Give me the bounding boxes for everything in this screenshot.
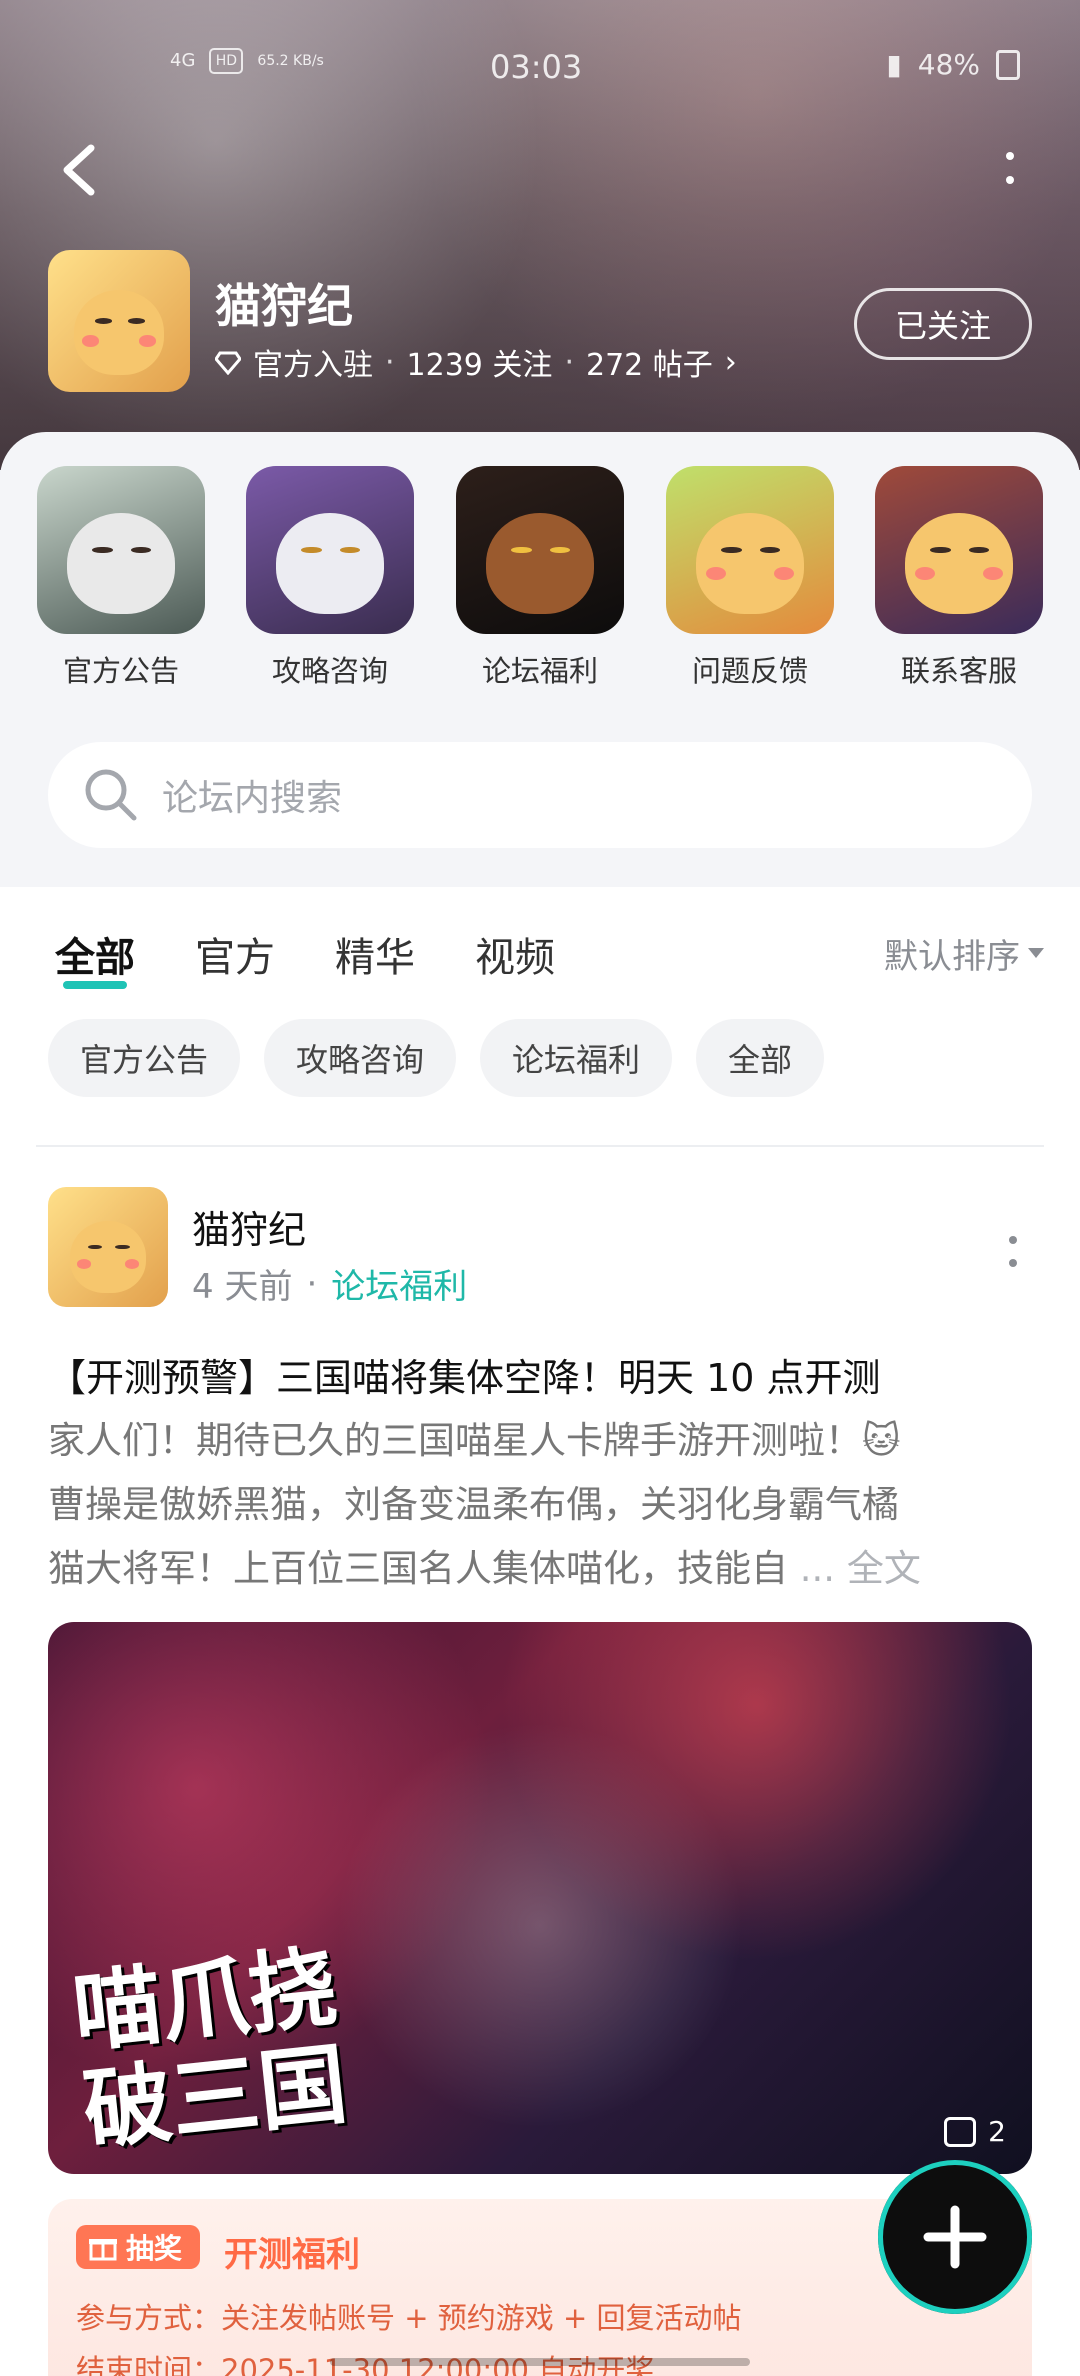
quick-link-feedback[interactable]: 问题反馈: [665, 466, 835, 690]
post-time: 4 天前: [192, 1267, 293, 1307]
battery-icon: [996, 49, 1020, 80]
image-count: 2: [944, 2115, 1006, 2148]
chip-all[interactable]: 全部: [696, 1019, 825, 1097]
chip-announcement[interactable]: 官方公告: [48, 1019, 241, 1097]
avatar[interactable]: [48, 1187, 168, 1307]
quick-link-support[interactable]: 联系客服: [874, 466, 1044, 690]
post-category-tag[interactable]: 论坛福利: [331, 1259, 467, 1308]
post-title[interactable]: 【开测预警】三国喵将集体空降！明天 10 点开测: [48, 1347, 881, 1402]
divider: [36, 1145, 1044, 1147]
home-indicator[interactable]: [330, 2358, 750, 2366]
network-speed: 65.2 KB/s: [257, 52, 324, 69]
more-options-button[interactable]: [1000, 150, 1020, 190]
forum-meta: 官方入驻 · 1239 关注 · 272 帖子 ›: [215, 340, 737, 384]
search-icon: [85, 769, 137, 821]
forum-quick-panel: 官方公告 攻略咨询 论坛福利 问题反馈 联系客服 论坛内搜索: [0, 432, 1080, 887]
forum-avatar[interactable]: [48, 250, 190, 392]
forum-search-bar[interactable]: 论坛内搜索: [48, 742, 1032, 848]
posts-count[interactable]: 272 帖子: [586, 340, 713, 384]
back-button[interactable]: [55, 140, 105, 200]
post-meta: 4 天前 · 论坛福利: [192, 1259, 467, 1308]
feed-tabs: 全部 官方 精华 视频: [55, 925, 555, 989]
sort-dropdown[interactable]: 默认排序: [884, 929, 1044, 978]
quick-link-welfare[interactable]: 论坛福利: [455, 466, 625, 690]
post-author[interactable]: 猫狩纪: [192, 1199, 306, 1254]
post-more-button[interactable]: [1006, 1235, 1020, 1269]
chip-guide[interactable]: 攻略咨询: [264, 1019, 457, 1097]
diamond-icon: [215, 351, 241, 375]
more-vertical-icon: [1009, 1236, 1017, 1267]
status-bar: 4G HD 65.2 KB/s 03:03 ▮ 48%: [0, 40, 1080, 100]
post-image[interactable]: 喵爪挠 破三国 2: [48, 1622, 1032, 2174]
quick-link-guide[interactable]: 攻略咨询: [245, 466, 415, 690]
post-body[interactable]: 家人们！期待已久的三国喵星人卡牌手游开测啦！🐱 曹操是傲娇黑猫，刘备变温柔布偶，…: [48, 1409, 1038, 1601]
follow-button[interactable]: 已关注: [854, 288, 1032, 360]
clock: 03:03: [490, 48, 583, 86]
image-icon: [944, 2116, 977, 2147]
plus-icon: [923, 2205, 987, 2269]
network-indicator: 4G: [170, 50, 196, 71]
lottery-badge: 抽奖: [76, 2225, 201, 2269]
category-chips: 官方公告 攻略咨询 论坛福利 全部: [48, 1019, 825, 1097]
quick-links: 官方公告 攻略咨询 论坛福利 问题反馈 联系客服: [0, 466, 1080, 696]
tab-all[interactable]: 全部: [55, 925, 135, 989]
hd-icon: HD: [209, 48, 244, 74]
lottery-title: 开测福利: [224, 2235, 360, 2275]
chevron-right-icon: ›: [724, 344, 737, 380]
post-feed: 全部 官方 精华 视频 默认排序 官方公告 攻略咨询 论坛福利 全部 猫狩纪 4…: [0, 887, 1080, 2376]
tab-official[interactable]: 官方: [195, 925, 275, 983]
lottery-participation: 参与方式：关注发帖账号 + 预约游戏 + 回复活动帖: [76, 2301, 742, 2335]
search-placeholder: 论坛内搜索: [162, 778, 343, 819]
chevron-left-icon: [63, 144, 95, 196]
forum-name: 猫狩纪: [215, 279, 353, 333]
caret-down-icon: [1028, 947, 1044, 958]
gift-icon: [89, 2239, 117, 2261]
image-calligraphy-title: 喵爪挠 破三国: [68, 1933, 352, 2163]
tab-featured[interactable]: 精华: [335, 925, 415, 983]
battery-percent: 48%: [917, 48, 980, 81]
tab-video[interactable]: 视频: [475, 925, 555, 983]
quick-link-announcement[interactable]: 官方公告: [36, 466, 206, 690]
vibrate-icon: ▮: [886, 48, 902, 81]
create-post-button[interactable]: [878, 2160, 1032, 2314]
full-text-link[interactable]: 全文: [847, 1547, 921, 1590]
more-vertical-icon: [1006, 152, 1014, 184]
official-label: 官方入驻: [253, 348, 373, 383]
chip-welfare[interactable]: 论坛福利: [480, 1019, 673, 1097]
followers-count: 1239 关注: [406, 348, 553, 383]
